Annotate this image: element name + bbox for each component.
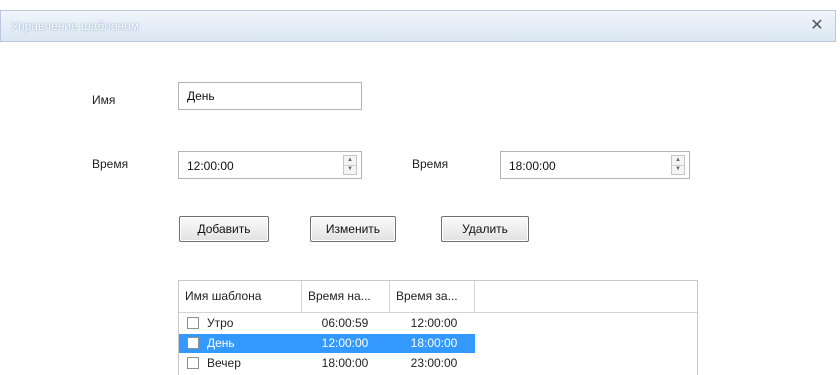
add-button[interactable]: Добавить <box>179 216 269 242</box>
delete-button[interactable]: Удалить <box>441 216 529 242</box>
row-end-time: 23:00:00 <box>410 356 458 370</box>
row-start-time: 06:00:59 <box>321 316 369 330</box>
column-header-name[interactable]: Имя шаблона <box>179 281 302 312</box>
column-header-start[interactable]: Время на... <box>302 281 390 312</box>
template-manager-dialog: Управление шаблоном ✕ Имя Время 12:00:00… <box>0 0 840 375</box>
time1-field[interactable]: 12:00:00 ▲ ▼ <box>178 151 362 179</box>
table-row[interactable]: Утро 06:00:59 12:00:00 <box>179 314 475 333</box>
time1-spinner[interactable]: ▲ ▼ <box>343 155 357 175</box>
edit-button[interactable]: Изменить <box>310 216 396 242</box>
table-row-selected[interactable]: День 12:00:00 18:00:00 <box>179 334 475 353</box>
time1-label: Время <box>92 157 129 171</box>
template-table: Имя шаблона Время на... Время за... Утро… <box>178 280 698 375</box>
row-checkbox[interactable] <box>187 357 199 369</box>
time1-value: 12:00:00 <box>187 159 234 173</box>
window-title: Управление шаблоном <box>11 19 140 33</box>
title-bar[interactable]: Управление шаблоном ✕ <box>0 10 836 42</box>
time2-field[interactable]: 18:00:00 ▲ ▼ <box>500 151 690 179</box>
name-input[interactable] <box>178 82 362 110</box>
table-row[interactable]: Вечер 18:00:00 23:00:00 <box>179 354 475 373</box>
spin-down-icon[interactable]: ▼ <box>672 165 684 174</box>
name-label: Имя <box>92 93 116 107</box>
table-header: Имя шаблона Время на... Время за... <box>179 281 697 313</box>
row-end-time: 12:00:00 <box>410 316 458 330</box>
row-checkbox[interactable] <box>187 337 199 349</box>
column-header-end[interactable]: Время за... <box>390 281 475 312</box>
spin-down-icon[interactable]: ▼ <box>344 165 356 174</box>
row-name: Утро <box>207 316 234 330</box>
time2-value: 18:00:00 <box>509 159 556 173</box>
time2-label: Время <box>412 157 449 171</box>
row-start-time: 12:00:00 <box>321 336 369 350</box>
close-icon[interactable]: ✕ <box>807 16 827 36</box>
row-start-time: 18:00:00 <box>321 356 369 370</box>
row-end-time: 18:00:00 <box>410 336 458 350</box>
time2-spinner[interactable]: ▲ ▼ <box>671 155 685 175</box>
row-checkbox[interactable] <box>187 317 199 329</box>
row-name: Вечер <box>207 356 241 370</box>
row-name: День <box>207 336 235 350</box>
